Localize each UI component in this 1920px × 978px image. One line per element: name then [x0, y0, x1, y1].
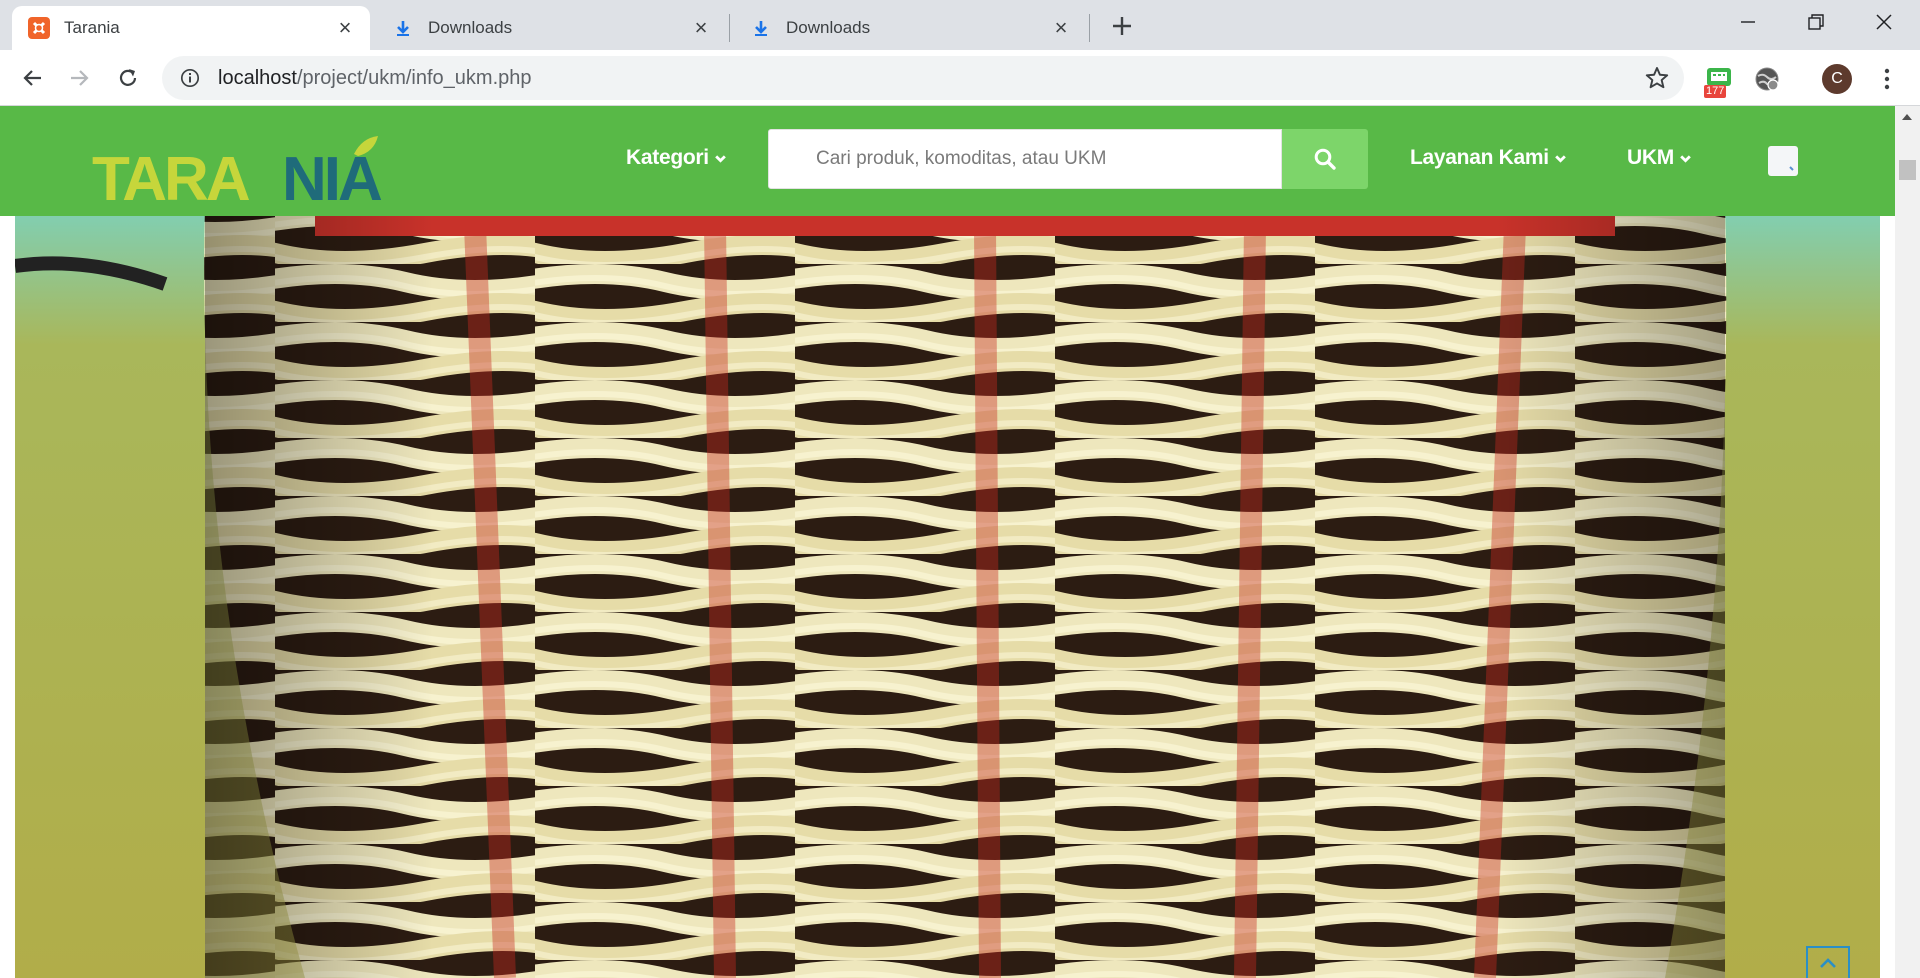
avatar: C	[1822, 64, 1852, 94]
search-icon	[1314, 148, 1336, 170]
extension-badge: 177	[1704, 85, 1727, 98]
scrollbar-thumb[interactable]	[1899, 160, 1916, 180]
download-icon	[392, 17, 414, 39]
restore-button[interactable]	[1782, 0, 1850, 44]
forward-button[interactable]	[62, 60, 98, 96]
woven-basket-image	[15, 206, 1880, 978]
tab-title: Downloads	[786, 18, 871, 37]
minimize-button[interactable]	[1714, 0, 1782, 44]
chevron-up-icon	[1820, 958, 1836, 968]
url-path: /project/ukm/info_ukm.php	[296, 66, 532, 89]
hero-product-image	[15, 206, 1880, 978]
nav-kategori-label: Kategori	[626, 146, 709, 169]
extension-calendar-icon[interactable]: 177	[1702, 62, 1736, 98]
tarania-logo[interactable]: TARA NIA	[92, 134, 428, 214]
close-tab-icon[interactable]: ×	[334, 15, 356, 40]
search-input[interactable]	[769, 130, 1281, 188]
scroll-up-arrow-icon[interactable]	[1902, 114, 1912, 120]
chevron-down-icon	[1554, 154, 1566, 163]
tab-downloads-2[interactable]: Downloads ×	[734, 6, 1086, 50]
tab-separator	[1089, 14, 1090, 42]
download-icon	[750, 17, 772, 39]
menu-more-icon[interactable]	[1870, 62, 1904, 96]
address-bar[interactable]: localhost/project/ukm/info_ukm.php	[162, 56, 1684, 100]
url-text: localhost/project/ukm/info_ukm.php	[218, 67, 532, 90]
close-window-button[interactable]	[1850, 0, 1918, 44]
search-box	[768, 129, 1282, 189]
chevron-down-icon	[714, 154, 726, 163]
tab-downloads-1[interactable]: Downloads ×	[376, 6, 726, 50]
nav-ukm[interactable]: UKM	[1627, 146, 1692, 170]
tab-separator	[729, 14, 730, 42]
site-navbar: TARA NIA Kategori Layanan Kami UKM	[0, 106, 1895, 216]
close-tab-icon[interactable]: ×	[1050, 15, 1072, 40]
site-info-icon[interactable]	[178, 66, 202, 90]
profile-avatar[interactable]: C	[1820, 62, 1854, 96]
nav-ukm-label: UKM	[1627, 146, 1674, 169]
tab-tarania[interactable]: Tarania ×	[12, 6, 370, 50]
extension-globe-icon[interactable]	[1750, 62, 1784, 96]
new-tab-button[interactable]	[1106, 10, 1138, 42]
back-button[interactable]	[14, 60, 50, 96]
tab-title: Downloads	[428, 18, 513, 37]
search-button[interactable]	[1282, 129, 1368, 189]
url-host: localhost	[218, 66, 297, 89]
chevron-down-icon	[1680, 154, 1691, 163]
logo-text-tara: TARA	[92, 145, 250, 204]
nav-kategori[interactable]: Kategori	[626, 146, 727, 170]
tab-title: Tarania	[64, 18, 120, 37]
page-viewport: TARA NIA Kategori Layanan Kami UKM	[0, 106, 1920, 978]
xampp-icon	[28, 17, 50, 39]
nav-layanan-kami[interactable]: Layanan Kami	[1410, 146, 1567, 170]
logo-text-nia: NIA	[282, 145, 382, 204]
tab-strip: Tarania × Downloads × Downloads ×	[0, 0, 1920, 50]
cart-icon[interactable]	[1768, 146, 1798, 176]
reload-button[interactable]	[110, 60, 146, 96]
browser-toolbar: localhost/project/ukm/info_ukm.php 177 C	[0, 50, 1920, 106]
nav-layanan-label: Layanan Kami	[1410, 146, 1549, 169]
back-to-top-button[interactable]	[1806, 946, 1850, 978]
page-scrollbar[interactable]	[1895, 106, 1920, 978]
bookmark-star-icon[interactable]	[1644, 65, 1670, 91]
close-tab-icon[interactable]: ×	[690, 15, 712, 40]
